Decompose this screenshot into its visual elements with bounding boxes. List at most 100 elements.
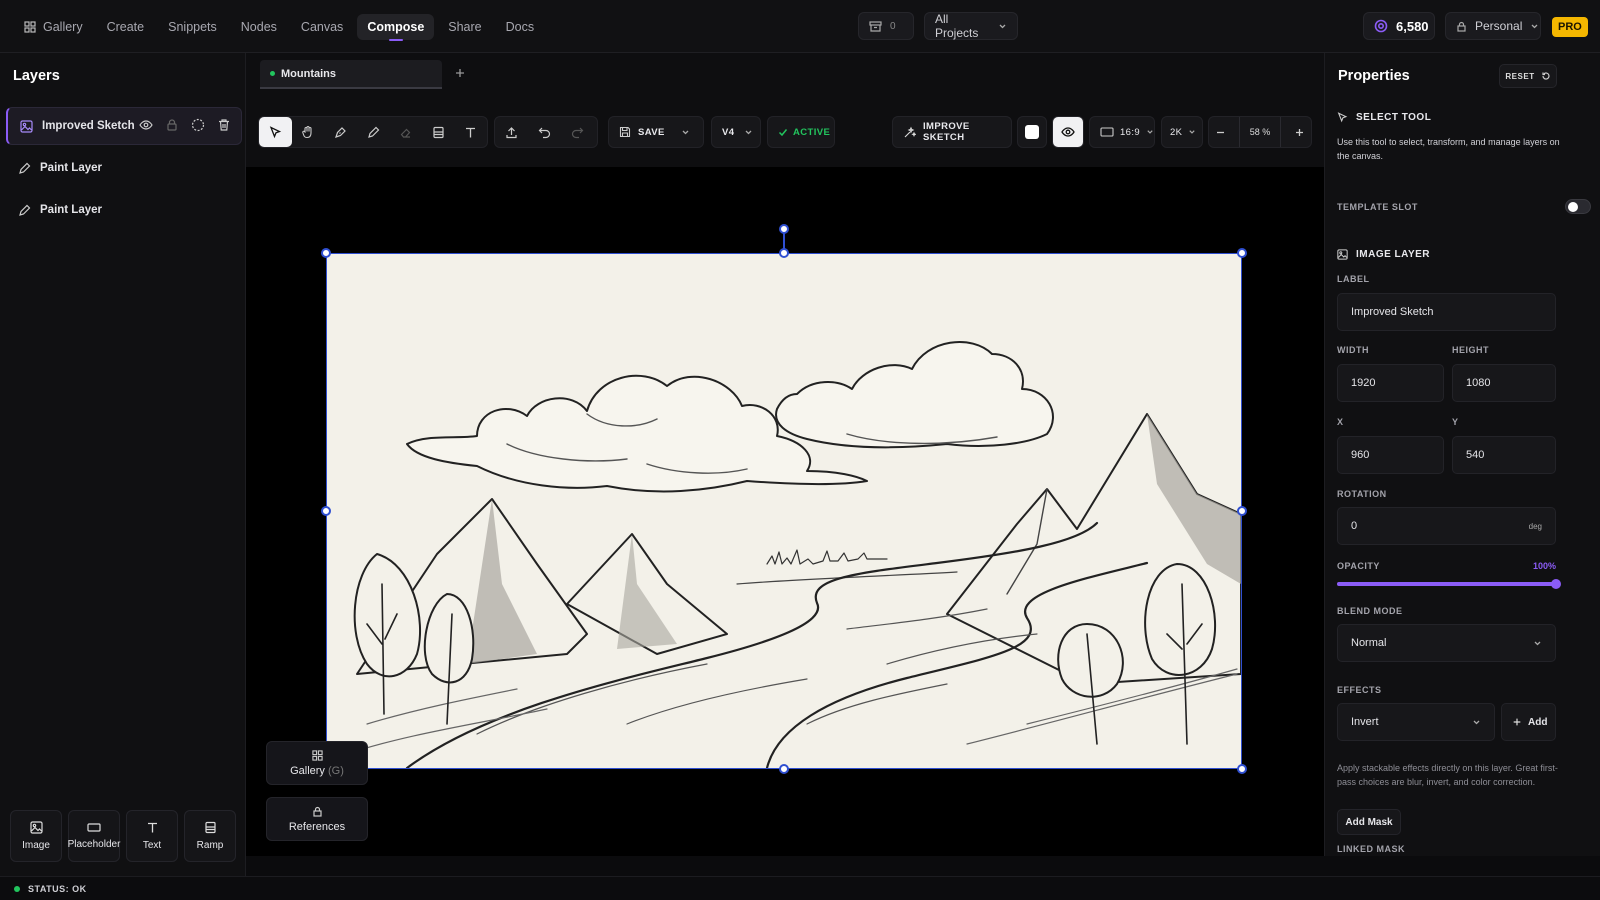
resize-handle-bottom-right[interactable]	[1237, 764, 1247, 774]
label-input-value: Improved Sketch	[1351, 306, 1434, 318]
chevron-down-icon[interactable]	[681, 128, 690, 137]
ramp-tool-button[interactable]	[422, 117, 455, 147]
resize-handle-right[interactable]	[1237, 506, 1247, 516]
label-input[interactable]: Improved Sketch	[1337, 293, 1556, 331]
canvas-area[interactable]: Gallery (G) References	[246, 167, 1324, 856]
y-input[interactable]: 540	[1452, 436, 1556, 474]
gallery-panel-button[interactable]: Gallery (G)	[266, 741, 368, 785]
template-slot-label: TEMPLATE SLOT	[1337, 202, 1418, 212]
workspace-select[interactable]: Personal	[1445, 12, 1541, 40]
mask-circle-icon[interactable]	[191, 118, 205, 132]
redo-button[interactable]	[561, 117, 594, 147]
effect-select[interactable]: Invert	[1337, 703, 1495, 741]
layers-panel: Layers Improved Sketch Paint Layer Paint…	[0, 53, 246, 876]
nav-compose[interactable]: Compose	[357, 14, 435, 41]
plus-icon	[454, 67, 466, 79]
template-slot-toggle[interactable]	[1565, 199, 1591, 214]
placeholder-icon	[87, 822, 101, 833]
save-button[interactable]: SAVE	[609, 117, 675, 147]
rotation-input[interactable]: 0 deg	[1337, 507, 1556, 545]
height-input[interactable]: 1080	[1452, 364, 1556, 402]
chevron-down-icon	[1533, 639, 1542, 648]
blend-mode-select[interactable]: Normal	[1337, 624, 1556, 662]
zoom-in-button[interactable]	[1294, 127, 1305, 138]
lock-icon[interactable]	[165, 118, 179, 132]
nav-share[interactable]: Share	[438, 14, 491, 40]
trash-icon[interactable]	[217, 118, 231, 132]
grid-icon	[24, 21, 36, 33]
resize-handle-left[interactable]	[321, 506, 331, 516]
queue-button[interactable]: 0	[858, 12, 914, 40]
zoom-control: 58 %	[1208, 116, 1312, 148]
add-tab-button[interactable]	[454, 67, 466, 79]
x-input-value: 960	[1351, 449, 1370, 461]
rotation-input-value: 0	[1351, 520, 1358, 532]
add-effect-label: Add	[1528, 716, 1548, 728]
layer-item[interactable]: Improved Sketch	[6, 107, 242, 145]
add-effect-button[interactable]: Add	[1501, 703, 1556, 741]
resize-handle-top[interactable]	[779, 248, 789, 258]
undo-button[interactable]	[528, 117, 561, 147]
aspect-control: 16:9	[1090, 117, 1164, 147]
color-swatch-button[interactable]	[1017, 116, 1047, 148]
pencil-icon	[367, 126, 380, 139]
project-select[interactable]: All Projects	[924, 12, 1018, 40]
resize-handle-top-left[interactable]	[321, 248, 331, 258]
nav-create-label: Create	[106, 20, 145, 34]
aspect-label: 16:9	[1120, 126, 1141, 138]
add-mask-button[interactable]: Add Mask	[1337, 809, 1401, 835]
layer-item[interactable]: Paint Layer	[6, 149, 242, 187]
preview-toggle[interactable]	[1052, 116, 1084, 148]
opacity-slider-fill	[1337, 582, 1556, 586]
add-placeholder-button[interactable]: Placeholder	[68, 810, 120, 862]
resolution-select[interactable]: 2K	[1161, 116, 1203, 148]
version-select[interactable]: V4	[711, 116, 761, 148]
credits-display[interactable]: 6,580	[1363, 12, 1435, 40]
gallery-label: Gallery	[290, 764, 325, 777]
nav-create[interactable]: Create	[97, 14, 155, 40]
resize-handle-bottom[interactable]	[779, 764, 789, 774]
upload-button[interactable]	[495, 117, 528, 147]
eye-icon	[1061, 125, 1075, 139]
add-ramp-button[interactable]: Ramp	[184, 810, 236, 862]
eye-icon[interactable]	[139, 118, 153, 132]
improve-sketch-button[interactable]: IMPROVE SKETCH	[892, 116, 1012, 148]
image-icon	[20, 119, 33, 133]
nav-canvas[interactable]: Canvas	[291, 14, 353, 40]
add-text-button[interactable]: Text	[126, 810, 178, 862]
references-panel-button[interactable]: References	[266, 797, 368, 841]
brush-tool-button[interactable]	[357, 117, 390, 147]
text-tool-button[interactable]	[454, 117, 487, 147]
layers-title: Layers	[13, 68, 60, 84]
layer-item[interactable]: Paint Layer	[6, 191, 242, 229]
x-input[interactable]: 960	[1337, 436, 1444, 474]
opacity-slider-thumb[interactable]	[1551, 579, 1561, 589]
zoom-out-button[interactable]	[1215, 127, 1226, 138]
status-toggle[interactable]: ACTIVE	[767, 116, 835, 148]
nav-snippets[interactable]: Snippets	[158, 14, 227, 40]
ramp-icon	[432, 126, 445, 139]
nav-gallery[interactable]: Gallery	[14, 14, 93, 40]
add-layer-tools: Image Placeholder Text Ramp	[10, 810, 236, 862]
nav-nodes[interactable]: Nodes	[231, 14, 287, 40]
plus-icon	[1512, 717, 1522, 727]
queue-count: 0	[890, 20, 896, 32]
sketch-image-layer[interactable]	[326, 253, 1242, 769]
resize-handle-top-right[interactable]	[1237, 248, 1247, 258]
pen-tool-button[interactable]	[324, 117, 357, 147]
select-tool-button[interactable]	[259, 117, 292, 147]
text-icon	[464, 126, 477, 139]
aspect-select[interactable]: 16:9	[1089, 116, 1155, 148]
reset-button[interactable]: RESET	[1499, 64, 1557, 88]
rotate-handle[interactable]	[779, 224, 789, 234]
opacity-slider[interactable]	[1337, 579, 1561, 589]
pan-tool-button[interactable]	[292, 117, 325, 147]
save-label: SAVE	[638, 126, 665, 138]
eraser-tool-button[interactable]	[389, 117, 422, 147]
tool-group	[258, 116, 488, 148]
credits-value: 6,580	[1396, 18, 1429, 34]
nav-docs[interactable]: Docs	[496, 14, 544, 40]
width-input[interactable]: 1920	[1337, 364, 1444, 402]
tab-mountains[interactable]: Mountains	[260, 60, 442, 89]
add-image-button[interactable]: Image	[10, 810, 62, 862]
